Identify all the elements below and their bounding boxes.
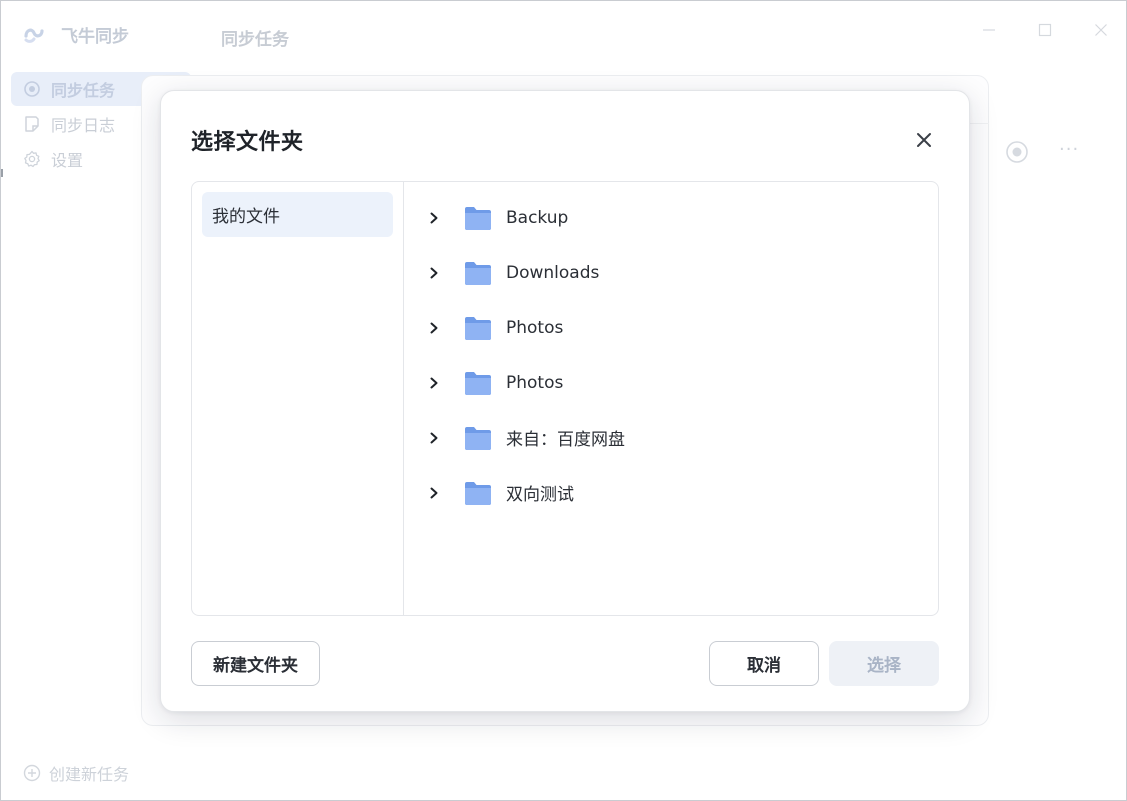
folder-row[interactable]: Photos (404, 300, 938, 355)
sidebar-item-label: 同步日志 (51, 116, 116, 135)
folder-name: Backup (506, 207, 569, 228)
root-item-label: 我的文件 (212, 207, 280, 227)
folder-name: Downloads (506, 262, 600, 283)
maximize-icon (1038, 23, 1052, 37)
root-list: 我的文件 (192, 182, 404, 615)
radio-icon[interactable] (1005, 140, 1029, 164)
app-logo: 飞牛同步 (21, 21, 129, 47)
folder-list: Backup Downloads Photos Photos 来自：百度网盘 双… (404, 182, 938, 615)
new-folder-button[interactable]: 新建文件夹 (191, 641, 320, 686)
chevron-right-icon[interactable] (426, 265, 442, 281)
root-item-my-files[interactable]: 我的文件 (202, 192, 393, 237)
folder-icon (465, 481, 491, 505)
target-icon (24, 81, 40, 97)
window-controls (978, 19, 1112, 41)
folder-row[interactable]: Photos (404, 355, 938, 410)
chevron-right-icon[interactable] (426, 210, 442, 226)
create-task-label: 创建新任务 (49, 765, 130, 784)
chevron-right-icon[interactable] (426, 375, 442, 391)
folder-icon (465, 206, 491, 230)
chevron-right-icon[interactable] (426, 485, 442, 501)
folder-icon (465, 261, 491, 285)
folder-row[interactable]: 来自：百度网盘 (404, 410, 938, 465)
folder-row[interactable]: Backup (404, 190, 938, 245)
folder-icon (465, 426, 491, 450)
logo-icon (24, 28, 44, 43)
folder-name: Photos (506, 372, 564, 393)
create-task-button[interactable]: 创建新任务 (23, 761, 129, 785)
sidebar-item-label: 同步任务 (51, 81, 116, 100)
folder-row[interactable]: Downloads (404, 245, 938, 300)
close-icon (1095, 24, 1107, 36)
folder-name: Photos (506, 317, 564, 338)
gear-icon (24, 150, 40, 168)
folder-name: 双向测试 (506, 485, 574, 505)
app-window: 飞牛同步 同步任务 同步日志 设置 创建新任务 同步任务 ··· 选择文件夹 我… (0, 0, 1127, 801)
plus-circle-icon (23, 764, 41, 782)
chevron-right-icon[interactable] (426, 320, 442, 336)
app-title: 飞牛同步 (61, 26, 129, 47)
dialog-title: 选择文件夹 (191, 130, 304, 155)
sidebar-item-label: 设置 (51, 151, 84, 170)
folder-icon (465, 316, 491, 340)
cancel-button[interactable]: 取消 (709, 641, 819, 686)
close-icon (917, 133, 931, 147)
chevron-right-icon[interactable] (426, 430, 442, 446)
select-folder-dialog: 选择文件夹 我的文件 Backup Downloads Photos Photo… (160, 90, 970, 712)
log-icon (25, 116, 39, 132)
page-title: 同步任务 (221, 30, 289, 50)
maximize-button[interactable] (1034, 19, 1056, 41)
folder-row[interactable]: 双向测试 (404, 465, 938, 520)
more-menu-button[interactable]: ··· (1059, 139, 1079, 160)
folder-icon (465, 371, 491, 395)
select-button[interactable]: 选择 (829, 641, 939, 686)
dialog-close-button[interactable] (909, 125, 939, 155)
folder-browser: 我的文件 Backup Downloads Photos Photos 来自：百… (191, 181, 939, 616)
window-close-button[interactable] (1090, 19, 1112, 41)
folder-name: 来自：百度网盘 (506, 430, 625, 450)
minimize-button[interactable] (978, 19, 1000, 41)
edge-marker (1, 169, 3, 177)
minimize-icon (983, 29, 995, 31)
